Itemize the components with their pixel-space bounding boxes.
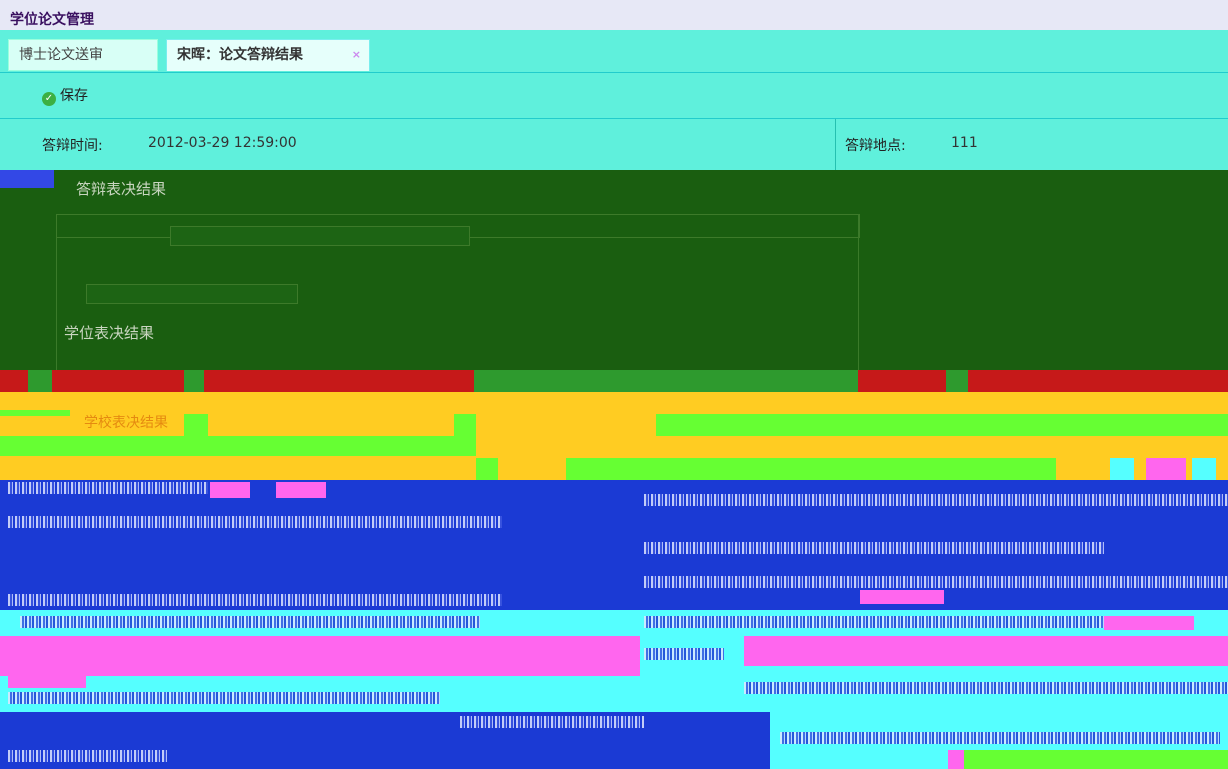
noise-stripe (20, 616, 480, 628)
color-block (744, 636, 1228, 666)
section-title-degree-result: 学位表决结果 (64, 324, 155, 342)
color-block (1146, 458, 1186, 480)
color-block (8, 676, 86, 688)
section-title-defense-result: 答辩表决结果 (76, 180, 167, 198)
color-block (454, 414, 476, 436)
tab-defense-result[interactable]: 宋晖：论文答辩结果 × (166, 39, 370, 71)
defense-time-value: 2012-03-29 12:59:00 (148, 135, 297, 151)
result-input[interactable] (566, 458, 1056, 480)
color-block (0, 436, 476, 456)
divider (858, 214, 859, 370)
color-block (210, 482, 250, 498)
color-block (1192, 458, 1216, 480)
color-block (1110, 458, 1134, 480)
corrupted-region (0, 480, 1228, 769)
tab-strip: 博士论文送审 宋晖：论文答辩结果 × (0, 30, 1228, 72)
noise-stripe (460, 716, 644, 728)
color-block (0, 636, 640, 676)
school-result-panel: 学校表决结果 (0, 392, 1228, 480)
noise-stripe (644, 648, 724, 660)
defense-time-label: 答辩时间: (42, 138, 103, 154)
color-block (860, 590, 944, 604)
result-input[interactable] (656, 414, 1228, 436)
noise-stripe (8, 750, 168, 762)
section-title-school-result: 学校表决结果 (84, 415, 168, 431)
toolbar: ✓ 保存 (0, 72, 1228, 119)
noise-stripe (644, 494, 1228, 506)
noise-stripe (8, 594, 502, 606)
color-block (28, 370, 52, 392)
color-block (0, 170, 54, 188)
defense-place-label: 答辩地点: (845, 138, 906, 154)
color-block (0, 410, 70, 416)
tab-label: 宋晖：论文答辩结果 (177, 47, 303, 63)
noise-stripe (644, 542, 1104, 554)
save-button-label: 保存 (60, 88, 88, 104)
app-title-bar: 学位论文管理 (0, 0, 1228, 30)
noise-stripe (644, 616, 1104, 628)
color-block (276, 482, 326, 498)
color-block (184, 414, 208, 436)
color-block (474, 370, 858, 392)
noise-stripe (744, 682, 1228, 694)
status-band (0, 370, 1228, 392)
noise-stripe (8, 692, 440, 704)
app-title: 学位论文管理 (10, 12, 94, 28)
result-form-panel: 答辩表决结果 学位表决结果 (0, 170, 1228, 370)
check-circle-icon: ✓ (42, 92, 56, 106)
color-block (476, 458, 498, 480)
tab-label: 博士论文送审 (19, 47, 103, 63)
noise-stripe (780, 732, 1220, 744)
result-input[interactable] (170, 226, 470, 246)
defense-place-value: 111 (951, 135, 978, 151)
color-block (946, 370, 968, 392)
close-icon[interactable]: × (352, 40, 361, 70)
result-input[interactable] (86, 284, 298, 304)
save-button[interactable]: ✓ 保存 (42, 85, 88, 107)
divider (835, 119, 836, 171)
color-block (960, 750, 1228, 769)
noise-stripe (8, 516, 502, 528)
color-block (1104, 616, 1194, 630)
tab-thesis-review[interactable]: 博士论文送审 (8, 39, 158, 71)
noise-stripe (8, 482, 208, 494)
color-block (948, 750, 964, 769)
noise-stripe (644, 576, 1228, 588)
color-block (184, 370, 204, 392)
defense-info-row: 答辩时间: 2012-03-29 12:59:00 答辩地点: 111 (0, 118, 1228, 171)
